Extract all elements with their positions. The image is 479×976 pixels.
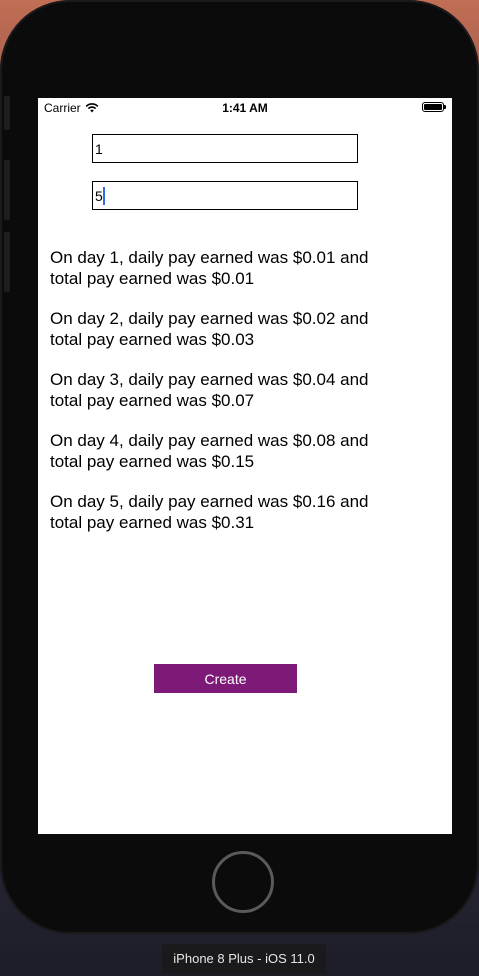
create-button[interactable]: Create [154, 664, 297, 693]
battery-icon [422, 102, 446, 112]
volume-up-button [4, 160, 10, 220]
result-line-day-1: On day 1, daily pay earned was $0.01 and… [50, 248, 369, 288]
days-field[interactable] [92, 181, 358, 210]
status-time: 1:41 AM [222, 101, 268, 115]
simulator-device-frame: Carrier 1:41 AM On day 1, daily pay earn… [0, 0, 479, 934]
results-list: On day 1, daily pay earned was $0.01 and… [50, 248, 390, 553]
home-button[interactable] [212, 851, 274, 913]
text-cursor [103, 187, 105, 205]
start-value-field[interactable] [92, 134, 358, 163]
result-line-day-4: On day 4, daily pay earned was $0.08 and… [50, 431, 369, 471]
result-line-day-2: On day 2, daily pay earned was $0.02 and… [50, 309, 369, 349]
mute-switch [4, 96, 10, 130]
status-bar: Carrier 1:41 AM [38, 98, 452, 118]
result-line-day-3: On day 3, daily pay earned was $0.04 and… [50, 370, 369, 410]
simulator-device-label: iPhone 8 Plus - iOS 11.0 [162, 944, 326, 974]
volume-down-button [4, 232, 10, 292]
result-line-day-5: On day 5, daily pay earned was $0.16 and… [50, 492, 369, 532]
app-screen: Carrier 1:41 AM On day 1, daily pay earn… [38, 98, 452, 834]
